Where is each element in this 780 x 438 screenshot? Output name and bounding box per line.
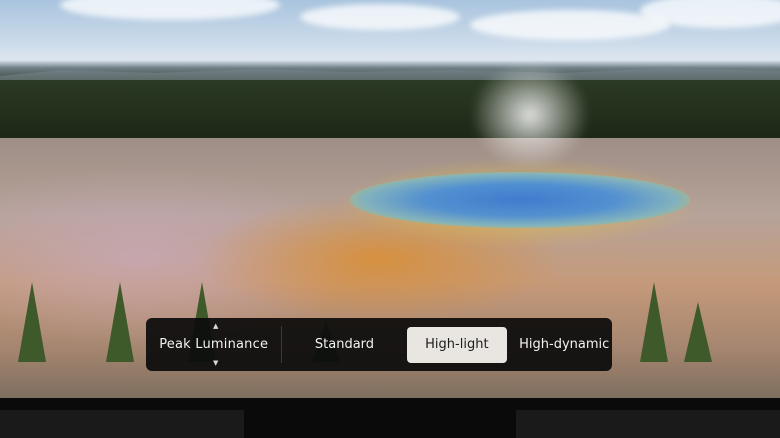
tv-bezel xyxy=(0,398,780,438)
setting-label: Peak Luminance xyxy=(159,337,269,352)
option-label: Standard xyxy=(314,337,375,352)
menu-divider xyxy=(281,326,283,363)
option-high-light-selected[interactable]: High-light xyxy=(406,326,508,363)
steam-plume xyxy=(470,60,590,170)
option-label: High-light xyxy=(425,337,489,352)
peak-luminance-setting[interactable]: ▲ Peak Luminance ▼ xyxy=(146,318,281,371)
triangle-up-icon[interactable]: ▲ xyxy=(213,322,219,330)
tree xyxy=(18,282,46,362)
option-high-dynamic[interactable]: High-dynamic xyxy=(519,327,612,363)
option-standard[interactable]: Standard xyxy=(288,327,400,363)
cloud xyxy=(470,10,670,40)
cloud xyxy=(300,4,460,30)
bezel-panel xyxy=(516,410,780,438)
option-label: High-dynamic xyxy=(519,337,610,352)
tree xyxy=(106,282,134,362)
tree xyxy=(640,282,668,362)
triangle-down-icon[interactable]: ▼ xyxy=(213,359,219,367)
hot-spring-pool xyxy=(350,172,690,228)
tree xyxy=(684,302,712,362)
peak-luminance-menu: ▲ Peak Luminance ▼ Standard High-light H… xyxy=(146,318,612,371)
cloud xyxy=(60,0,280,20)
bezel-panel xyxy=(0,410,244,438)
